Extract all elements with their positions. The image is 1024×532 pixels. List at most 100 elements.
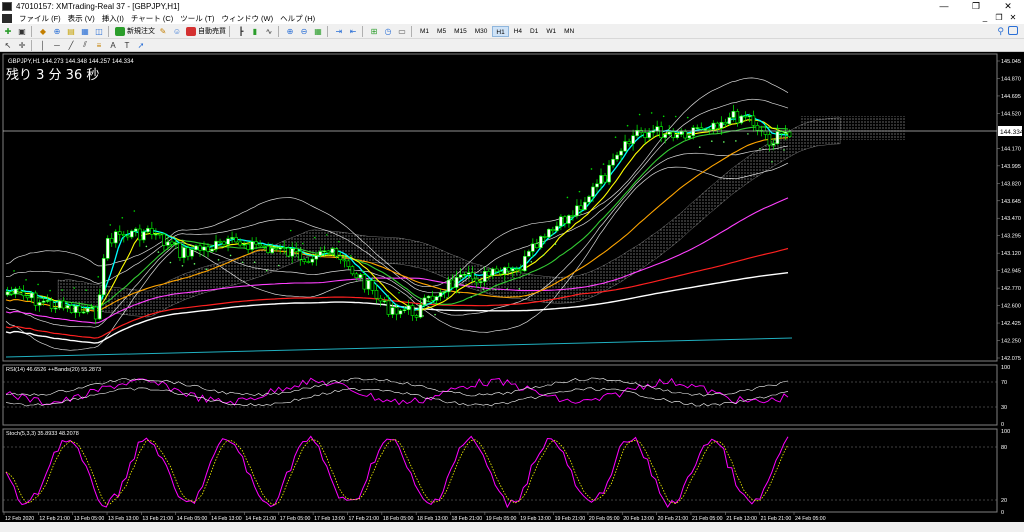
mdi-minimize-button[interactable]: _ (978, 12, 992, 24)
menu-tools[interactable]: ツール (T) (180, 13, 214, 24)
sar-dot (289, 229, 292, 232)
title-bar: 47010157: XMTrading-Real 37 - [GBPJPY,H1… (0, 0, 1024, 12)
price-tick-label: 144.170 (1001, 146, 1021, 152)
candle-body (647, 132, 651, 138)
timeframe-h1[interactable]: H1 (492, 25, 509, 37)
timeframe-m5[interactable]: M5 (434, 26, 449, 37)
crosshair-icon[interactable]: ✛ (16, 40, 28, 51)
sar-dot (710, 140, 713, 142)
templates-icon[interactable]: ▭ (396, 26, 408, 37)
metaeditor-icon[interactable]: ✎ (157, 26, 169, 37)
channel-icon[interactable]: ⫽ (79, 40, 91, 51)
price-tick-label: 142.250 (1001, 339, 1021, 345)
candle-body (623, 141, 627, 152)
new-order-button[interactable]: 新規注文 (115, 26, 155, 36)
menu-window[interactable]: ウィンドウ (W) (221, 13, 273, 24)
candle-body (234, 237, 238, 243)
tester-icon[interactable]: ◫ (93, 26, 105, 37)
candlestick-icon[interactable]: ▮ (249, 26, 261, 37)
market-watch-icon[interactable]: ◆ (37, 26, 49, 37)
candle-body (302, 259, 307, 262)
zoom-out-icon[interactable]: ⊖ (298, 26, 310, 37)
zoom-in-icon[interactable]: ⊕ (284, 26, 296, 37)
candle-body (675, 134, 680, 138)
timeframe-m15[interactable]: M15 (451, 26, 470, 37)
candle-body (711, 122, 716, 130)
price-tick-label: 145.045 (1001, 59, 1021, 65)
trendline-icon[interactable]: ╱ (65, 40, 77, 51)
toolbar-separator (362, 25, 363, 37)
candle-body (81, 311, 86, 314)
candle-body (162, 233, 166, 246)
candle-body (426, 295, 431, 299)
navigator-icon[interactable]: ▤ (65, 26, 77, 37)
close-button[interactable]: ✕ (992, 0, 1024, 12)
minimize-button[interactable]: — (928, 0, 960, 12)
cursor-icon[interactable]: ↖ (2, 40, 14, 51)
chart-window[interactable]: 144.334 GBPJPY,H1 144.273 144.348 144.25… (0, 52, 1024, 522)
chat-icon[interactable] (1008, 26, 1018, 35)
stoch-signal-line (5, 438, 789, 506)
menu-chart[interactable]: チャート (C) (131, 13, 173, 24)
bar-chart-icon[interactable]: ┣ (235, 26, 247, 37)
periods-icon[interactable]: ◷ (382, 26, 394, 37)
sar-dot (362, 270, 364, 272)
data-window-icon[interactable]: ⊕ (51, 26, 63, 37)
maximize-button[interactable]: ❐ (960, 0, 992, 12)
timeframe-m1[interactable]: M1 (417, 26, 432, 37)
chart-shift-icon[interactable]: ⇤ (347, 26, 359, 37)
candle-body (146, 228, 150, 233)
auto-scroll-icon[interactable]: ⇥ (333, 26, 345, 37)
rsi-tick-label: 100 (1001, 365, 1010, 371)
rsi-tick-label: 0 (1001, 422, 1004, 428)
auto-trade-button[interactable]: 自動売買 (186, 26, 226, 36)
candle-body (502, 267, 507, 275)
terminal-icon[interactable]: ▦ (79, 26, 91, 37)
menu-file[interactable]: ファイル (F) (19, 13, 61, 24)
candle-body (683, 131, 688, 139)
text-icon[interactable]: A (107, 40, 119, 51)
candle-body (531, 243, 535, 252)
candle-body (342, 259, 347, 262)
indicators-icon[interactable]: ⊞ (368, 26, 380, 37)
sar-dot (37, 283, 39, 286)
timeframe-w1[interactable]: W1 (543, 26, 559, 37)
timeframe-h4[interactable]: H4 (511, 26, 525, 37)
candle-body (17, 288, 22, 293)
new-chart-icon[interactable]: ✚ (2, 26, 14, 37)
chart-canvas[interactable]: 144.334 GBPJPY,H1 144.273 144.348 144.25… (0, 52, 1024, 522)
experts-icon[interactable]: ☺ (171, 26, 183, 37)
candle-body (422, 297, 427, 306)
sar-dot (169, 261, 172, 264)
stoch-tick-label: 0 (1001, 510, 1004, 516)
mdi-close-button[interactable]: ✕ (1006, 12, 1020, 24)
window-controls: — ❐ ✕ (928, 0, 1024, 12)
profiles-icon[interactable]: ▣ (16, 26, 28, 37)
candle-body (458, 274, 463, 278)
sar-dot (723, 141, 725, 143)
label-icon[interactable]: T (121, 40, 133, 51)
fibonacci-icon[interactable]: ≡ (93, 40, 105, 51)
mdi-restore-button[interactable]: ❐ (992, 12, 1006, 24)
horizontal-line-icon[interactable]: ─ (51, 40, 63, 51)
line-chart-icon[interactable]: ∿ (263, 26, 275, 37)
rsi-axis: 100 70 30 0 (3, 365, 1010, 428)
arrow-icon[interactable]: ➚ (135, 40, 147, 51)
candle-body (527, 251, 531, 257)
candle-body (523, 256, 527, 272)
menu-help[interactable]: ヘルプ (H) (280, 13, 315, 24)
search-icon[interactable]: ⚲ (997, 26, 1004, 37)
candle-body (559, 216, 563, 227)
timeframe-mn[interactable]: MN (561, 26, 577, 37)
tile-windows-icon[interactable]: ▦ (312, 26, 324, 37)
candle-body (494, 268, 499, 272)
vertical-line-icon[interactable]: │ (37, 40, 49, 51)
candle-body (21, 291, 26, 297)
sar-dot (205, 268, 208, 271)
menu-insert[interactable]: 挿入(I) (102, 13, 124, 24)
timeframe-d1[interactable]: D1 (527, 26, 541, 37)
candle-body (595, 183, 599, 188)
menu-view[interactable]: 表示 (V) (68, 13, 95, 24)
timeframe-m30[interactable]: M30 (472, 26, 491, 37)
candle-body (691, 127, 696, 136)
